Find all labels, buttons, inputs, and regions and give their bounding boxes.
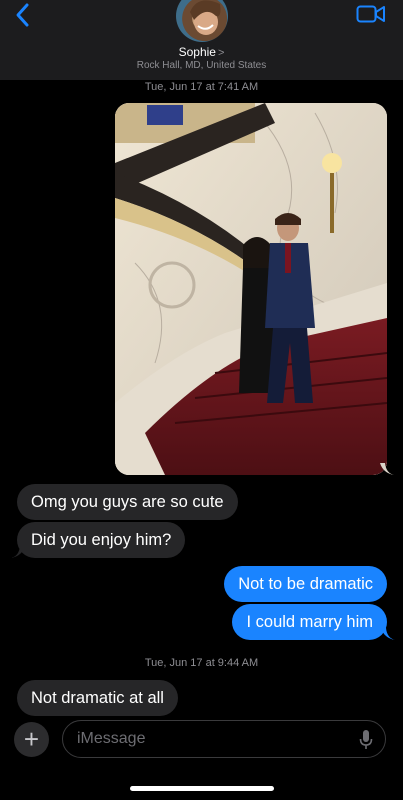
- message-timestamp: Tue, Jun 17 at 9:44 AM: [144, 657, 259, 669]
- contact-detail-chevron-icon[interactable]: >: [218, 47, 224, 59]
- home-indicator[interactable]: [130, 786, 274, 791]
- back-chevron-icon[interactable]: [10, 2, 36, 28]
- message-input-placeholder[interactable]: iMessage: [77, 721, 145, 757]
- message-timestamp: Tue, Jun 17 at 7:41 AM: [144, 81, 259, 93]
- message-input-bar: + iMessage: [0, 714, 403, 764]
- contact-avatar[interactable]: [176, 0, 228, 42]
- contact-location: Rock Hall, MD, United States: [136, 60, 267, 71]
- photo-bubble-tail: [380, 463, 394, 475]
- video-call-icon[interactable]: [356, 4, 386, 24]
- incoming-message-bubble[interactable]: Omg you guys are so cute: [17, 484, 238, 520]
- message-input[interactable]: iMessage: [62, 720, 386, 758]
- outgoing-message-bubble[interactable]: Not to be dramatic: [224, 566, 387, 602]
- photo-attachment[interactable]: [115, 103, 387, 475]
- conversation-header: Sophie > Rock Hall, MD, United States: [0, 0, 403, 80]
- outgoing-message-bubble[interactable]: I could marry him: [232, 604, 387, 640]
- incoming-bubble-tail: [11, 546, 25, 558]
- contact-name-text[interactable]: Sophie: [179, 45, 216, 59]
- incoming-message-bubble[interactable]: Did you enjoy him?: [17, 522, 186, 558]
- plus-icon[interactable]: +: [14, 722, 49, 757]
- contact-name[interactable]: Sophie >: [0, 45, 403, 59]
- outgoing-bubble-tail: [381, 628, 395, 640]
- microphone-icon[interactable]: [359, 729, 373, 751]
- incoming-message-bubble[interactable]: Not dramatic at all: [17, 680, 178, 716]
